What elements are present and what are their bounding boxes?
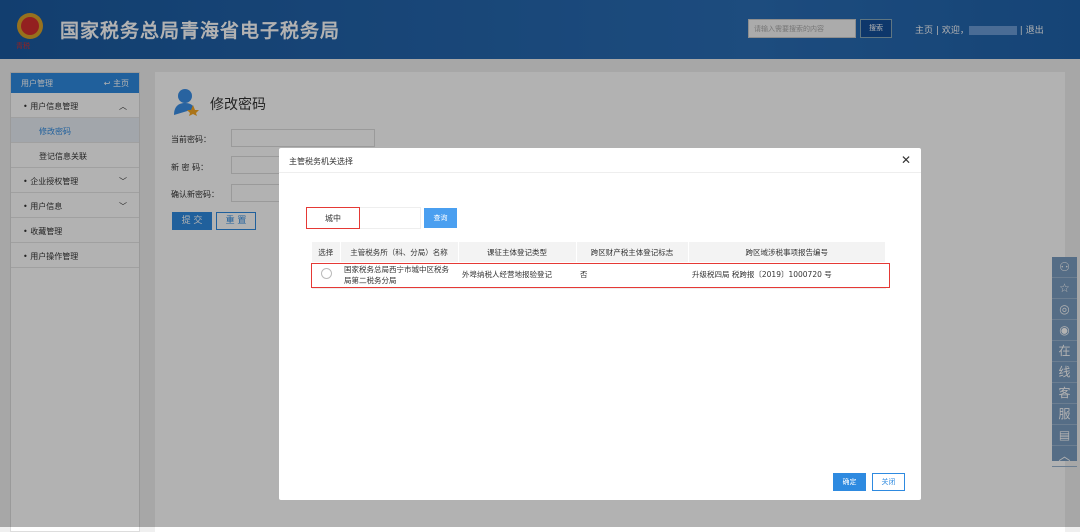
row-highlight bbox=[311, 263, 890, 288]
close-button[interactable]: 关闭 bbox=[872, 473, 905, 491]
confirm-button[interactable]: 确定 bbox=[833, 473, 866, 491]
query-button[interactable]: 查询 bbox=[424, 208, 457, 228]
col-flag: 跨区财产税主体登记标志 bbox=[576, 242, 689, 262]
col-select: 选择 bbox=[312, 242, 341, 262]
close-icon[interactable]: ✕ bbox=[901, 153, 911, 167]
table-header: 选择 主管税务所（科、分局）名称 课征主体登记类型 跨区财产税主体登记标志 跨区… bbox=[312, 242, 886, 262]
tax-authority-select-dialog: 主管税务机关选择 ✕ 城中 查询 选择 主管税务所（科、分局）名称 课征主体登记类… bbox=[279, 148, 921, 500]
query-input-value[interactable]: 城中 bbox=[306, 207, 360, 229]
col-name: 主管税务所（科、分局）名称 bbox=[340, 242, 459, 262]
col-report: 跨区域涉税事项报告编号 bbox=[688, 242, 886, 262]
dialog-title: 主管税务机关选择 bbox=[289, 157, 353, 166]
col-type: 课征主体登记类型 bbox=[458, 242, 577, 262]
